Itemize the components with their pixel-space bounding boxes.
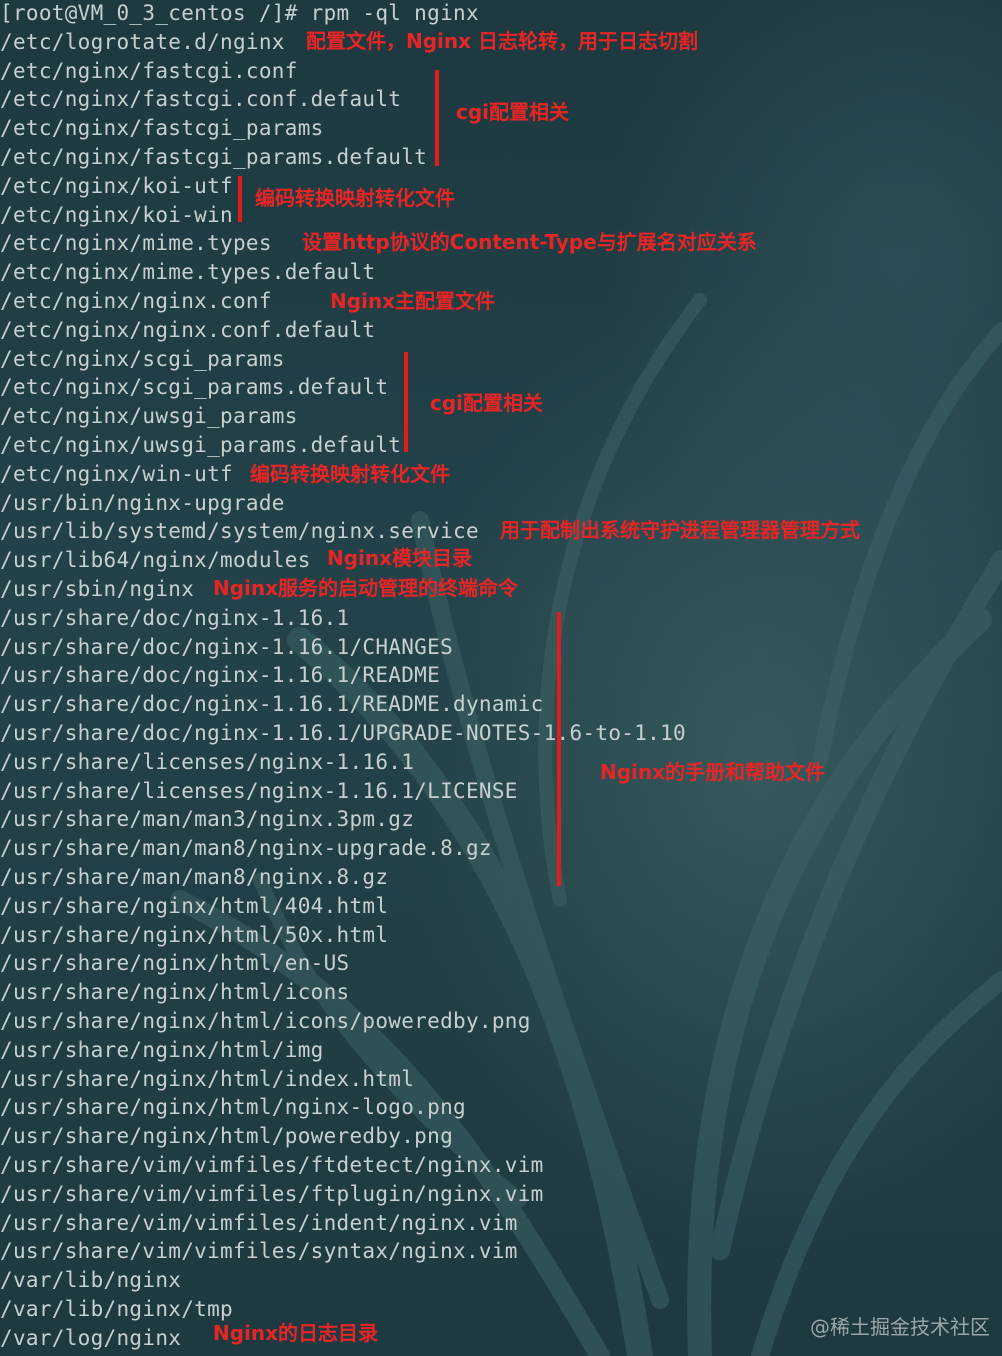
annotation-sbin-command: Nginx服务的启动管理的终端命令 [213,576,519,600]
file-path-line: /var/lib/nginx/tmp [0,1297,233,1321]
file-path-line: /usr/share/vim/vimfiles/ftdetect/nginx.v… [0,1153,544,1177]
file-path-line: /etc/nginx/scgi_params.default [0,375,389,400]
file-path-line: /usr/share/doc/nginx-1.16.1/README [0,663,441,688]
file-path-line: /usr/share/licenses/nginx-1.16.1/LICENSE [0,778,518,803]
annotation-modules-dir: Nginx模块目录 [327,546,473,570]
annotation-docs: Nginx的手册和帮助文件 [600,760,826,784]
file-path-line: /usr/share/doc/nginx-1.16.1/UPGRADE-NOTE… [0,721,686,745]
file-path-line: /etc/nginx/fastcgi_params.default [0,145,428,169]
annotation-cgi-scgi-uwsgi: cgi配置相关 [430,391,544,415]
file-path-line: /etc/nginx/mime.types [0,231,272,256]
file-path-line: /etc/nginx/uwsgi_params.default [0,433,402,457]
file-path-line: /usr/share/nginx/html/index.html [0,1066,415,1091]
file-path-line: /usr/share/nginx/html/icons [0,980,350,1005]
file-path-line: /etc/logrotate.d/nginx [0,29,285,54]
prompt-line: [root@VM_0_3_centos /]# rpm -ql nginx [0,1,479,25]
annotation-log-dir: Nginx的日志目录 [213,1321,379,1345]
file-path-line: /usr/sbin/nginx [0,577,195,601]
file-path-line: /etc/nginx/fastcgi.conf [0,58,298,83]
file-path-line: /etc/nginx/koi-win [0,202,233,227]
file-path-line: /etc/nginx/nginx.conf.default [0,317,376,342]
file-path-line: /etc/nginx/fastcgi_params [0,116,324,141]
file-path-line: /usr/share/licenses/nginx-1.16.1 [0,749,415,774]
annotation-logrotate: 配置文件，Nginx 日志轮转，用于日志切割 [306,29,699,53]
file-path-line: /usr/share/vim/vimfiles/ftplugin/nginx.v… [0,1181,544,1206]
file-path-line: /usr/lib64/nginx/modules [0,548,311,573]
file-path-line: /usr/share/man/man8/nginx-upgrade.8.gz [0,836,492,861]
file-path-line: /etc/nginx/scgi_params [0,346,285,371]
file-path-line: /usr/bin/nginx-upgrade [0,490,285,515]
file-path-line: /usr/share/vim/vimfiles/syntax/nginx.vim [0,1239,518,1264]
file-path-line: /var/lib/nginx [0,1268,182,1293]
file-path-line: /usr/share/nginx/html/en-US [0,951,350,976]
file-path-line: /etc/nginx/nginx.conf [0,289,272,313]
file-path-line: /usr/share/nginx/html/icons/poweredby.pn… [0,1009,531,1033]
file-path-line: /usr/share/doc/nginx-1.16.1/CHANGES [0,634,454,659]
file-path-line: /etc/nginx/mime.types.default [0,260,376,285]
file-path-line: /usr/share/vim/vimfiles/indent/nginx.vim [0,1210,518,1235]
file-path-line: /etc/nginx/win-utf [0,461,233,486]
annotation-cgi-fastcgi: cgi配置相关 [456,100,570,124]
annotation-systemd-service: 用于配制出系统守护进程管理器管理方式 [500,518,860,542]
file-path-line: /usr/lib/systemd/system/nginx.service [0,519,479,544]
bracket-koi [238,176,242,222]
watermark: @稀土掘金技术社区 [810,1315,990,1339]
file-path-line: /usr/share/doc/nginx-1.16.1/README.dynam… [0,692,544,717]
file-path-line: /usr/share/nginx/html/nginx-logo.png [0,1095,466,1120]
annotation-main-config: Nginx主配置文件 [330,289,496,313]
file-path-line: /usr/share/nginx/html/img [0,1037,324,1062]
file-path-line: /var/log/nginx [0,1325,182,1350]
annotation-koi-encoding: 编码转换映射转化文件 [255,186,455,210]
file-path-line: /usr/share/doc/nginx-1.16.1 [0,605,350,630]
bracket-fastcgi [435,70,439,166]
bracket-scgi-uwsgi [404,352,408,452]
terminal-window: [root@VM_0_3_centos /]# rpm -ql nginx/et… [0,0,1002,1356]
file-path-line: /usr/share/man/man8/nginx.8.gz [0,865,389,889]
file-path-line: /usr/share/nginx/html/404.html [0,893,389,918]
file-path-line: /usr/share/nginx/html/50x.html [0,922,389,947]
bracket-docs [557,612,561,886]
file-path-line: /usr/share/nginx/html/poweredby.png [0,1124,454,1149]
annotation-win-encoding: 编码转换映射转化文件 [250,462,450,486]
file-path-line: /etc/nginx/uwsgi_params [0,404,298,429]
file-path-line: /etc/nginx/fastcgi.conf.default [0,87,402,112]
file-path-line: /etc/nginx/koi-utf [0,173,233,198]
annotation-mime-types: 设置http协议的Content-Type与扩展名对应关系 [302,230,757,254]
file-path-line: /usr/share/man/man3/nginx.3pm.gz [0,807,415,832]
